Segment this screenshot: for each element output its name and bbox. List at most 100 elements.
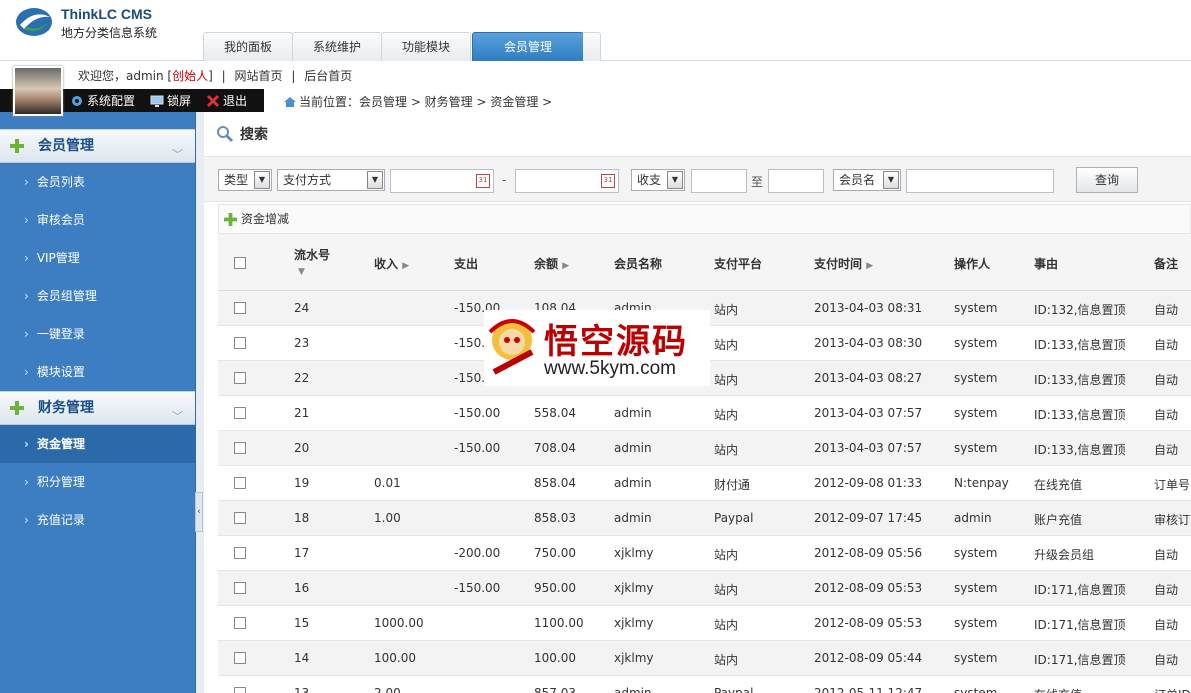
cell-serial: 15	[294, 616, 310, 630]
row-checkbox[interactable]	[234, 477, 246, 489]
tab-my-panel[interactable]: 我的面板	[203, 32, 293, 61]
cell-remark: 自动	[1154, 618, 1179, 632]
cell-balance: 950.00	[534, 581, 576, 595]
table-row[interactable]: 20 -150.00 708.04 admin 站内 2013-04-03 07:57 sy…	[218, 431, 1191, 466]
row-checkbox[interactable]	[234, 547, 246, 559]
col-operator: 操作人	[954, 257, 991, 271]
row-checkbox[interactable]	[234, 652, 246, 664]
amount-max-input[interactable]	[768, 169, 824, 193]
amount-min-input[interactable]	[691, 169, 747, 193]
user-role: 创始人	[172, 69, 209, 83]
row-checkbox[interactable]	[234, 512, 246, 524]
row-checkbox[interactable]	[234, 687, 246, 693]
cell-time: 2013-04-03 07:57	[814, 406, 923, 420]
separator: |	[291, 69, 296, 83]
payment-method-select[interactable]: 支付方式 ▼	[277, 169, 385, 191]
start-date-input[interactable]: 31	[390, 169, 494, 193]
tab-member-management[interactable]: 会员管理	[472, 32, 584, 61]
table-row[interactable]: 17 -200.00 750.00 xjklmy 站内 2012-08-09 05:56 s…	[218, 536, 1191, 571]
sidebar-item-recharge-log[interactable]: 充值记录	[0, 501, 195, 539]
sidebar-item-funds[interactable]: 资金管理	[0, 425, 195, 463]
date-range-separator: -	[502, 173, 507, 187]
income-expense-value: 收支	[637, 173, 662, 187]
cell-balance: 558.04	[534, 406, 576, 420]
site-home-link[interactable]: 网站首页	[235, 69, 283, 83]
add-funds-button[interactable]: 资金增减	[218, 204, 1191, 234]
chevron-down-icon: ▼	[883, 171, 899, 189]
sidebar-group-finance[interactable]: 财务管理 ﹀	[0, 391, 195, 425]
table-row[interactable]: 13 2.00 857.03 admin Paypal 2012-05-11 12:47 s…	[218, 676, 1191, 693]
select-all-checkbox[interactable]	[234, 257, 246, 269]
row-checkbox[interactable]	[234, 372, 246, 384]
tab-feature-modules[interactable]: 功能模块	[381, 32, 471, 61]
row-checkbox[interactable]	[234, 302, 246, 314]
calendar-icon[interactable]: 31	[601, 174, 615, 188]
logout-button[interactable]: 退出	[206, 92, 247, 109]
table-row[interactable]: 19 0.01 858.04 admin 财付通 2012-09-08 01:33 N:te…	[218, 466, 1191, 501]
query-button[interactable]: 查询	[1076, 167, 1138, 193]
tab-system-maintenance[interactable]: 系统维护	[292, 32, 382, 61]
col-balance[interactable]: 余额 ▶	[534, 255, 569, 272]
row-checkbox[interactable]	[234, 442, 246, 454]
system-config-button[interactable]: 系统配置	[70, 92, 135, 109]
type-select[interactable]: 类型 ▼	[218, 169, 272, 191]
cell-remark: 自动	[1154, 408, 1179, 422]
col-income[interactable]: 收入 ▶	[374, 255, 409, 272]
sidebar-item-member-group[interactable]: 会员组管理	[0, 277, 195, 315]
sidebar-item-one-click-login[interactable]: 一键登录	[0, 315, 195, 353]
welcome-suffix: ]	[208, 69, 213, 83]
lock-screen-button[interactable]: 锁屏	[150, 92, 191, 109]
member-search-input[interactable]	[906, 169, 1054, 193]
row-checkbox[interactable]	[234, 582, 246, 594]
cell-operator: system	[954, 301, 998, 315]
table-row[interactable]: 14 100.00 100.00 xjklmy 站内 2012-08-09 05:44 sy…	[218, 641, 1191, 676]
cell-operator: N:tenpay	[954, 476, 1009, 490]
col-serial[interactable]: 流水号 ▼	[294, 246, 330, 277]
cell-serial: 18	[294, 511, 310, 525]
table-row[interactable]: 21 -150.00 558.04 admin 站内 2013-04-03 07:57 sy…	[218, 396, 1191, 431]
table-row[interactable]: 18 1.00 858.03 admin Paypal 2012-09-07 17:45 a…	[218, 501, 1191, 536]
cell-time: 2013-04-03 07:57	[814, 441, 923, 455]
plus-icon	[224, 213, 237, 226]
sidebar-item-member-list[interactable]: 会员列表	[0, 163, 195, 201]
cell-balance: 858.03	[534, 511, 576, 525]
sidebar-item-points[interactable]: 积分管理	[0, 463, 195, 501]
cell-operator: system	[954, 441, 998, 455]
chevron-down-icon: ﹀	[172, 410, 183, 423]
col-remark: 备注	[1154, 257, 1179, 271]
sidebar-item-vip[interactable]: VIP管理	[0, 239, 195, 277]
cell-serial: 24	[294, 301, 310, 315]
sidebar-collapse-handle[interactable]: ‹	[195, 492, 203, 532]
table-row[interactable]: 15 1000.00 1100.00 xjklmy 站内 2012-08-09 05:53…	[218, 606, 1191, 641]
cell-income: 0.01	[374, 476, 401, 490]
cell-serial: 21	[294, 406, 310, 420]
cell-member: admin	[614, 511, 652, 525]
income-expense-select[interactable]: 收支 ▼	[631, 169, 685, 191]
calendar-icon[interactable]: 31	[476, 174, 490, 188]
cell-member: xjklmy	[614, 546, 654, 560]
cell-platform: Paypal	[714, 686, 754, 693]
row-checkbox[interactable]	[234, 407, 246, 419]
cell-time: 2012-08-09 05:53	[814, 616, 923, 630]
cell-time: 2012-08-09 05:53	[814, 581, 923, 595]
type-select-value: 类型	[224, 173, 249, 187]
col-pay-time[interactable]: 支付时间 ▶	[814, 255, 873, 272]
search-heading: 搜索	[216, 124, 268, 144]
row-checkbox[interactable]	[234, 337, 246, 349]
sidebar-group-member[interactable]: 会员管理 ﹀	[0, 129, 195, 163]
cell-operator: admin	[954, 511, 992, 525]
cell-operator: system	[954, 651, 998, 665]
end-date-input[interactable]: 31	[515, 169, 619, 193]
member-field-select[interactable]: 会员名 ▼	[833, 169, 901, 191]
row-checkbox[interactable]	[234, 617, 246, 629]
cell-balance: 857.03	[534, 686, 576, 693]
col-serial-label: 流水号	[294, 248, 331, 262]
home-icon	[284, 97, 296, 107]
cell-platform: 站内	[714, 583, 739, 597]
sidebar-item-module-settings[interactable]: 模块设置	[0, 353, 195, 391]
cell-platform: 站内	[714, 443, 739, 457]
admin-home-link[interactable]: 后台首页	[304, 69, 352, 83]
table-row[interactable]: 16 -150.00 950.00 xjklmy 站内 2012-08-09 05:53 s…	[218, 571, 1191, 606]
cell-expense: -150.00	[454, 581, 501, 595]
sidebar-item-review-member[interactable]: 审核会员	[0, 201, 195, 239]
